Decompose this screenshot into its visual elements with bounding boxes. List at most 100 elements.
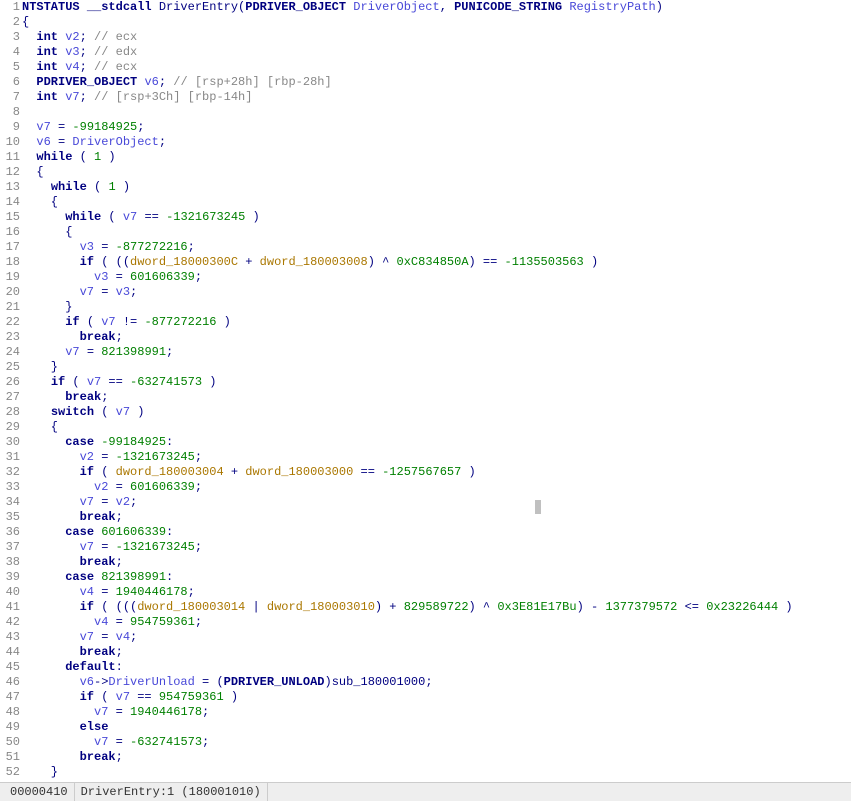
code-line[interactable]: 13 while ( 1 ) [0, 180, 851, 195]
code-line[interactable]: 34 v7 = v2; [0, 495, 851, 510]
code-text[interactable]: { [22, 225, 851, 240]
code-text[interactable]: v7 = v3; [22, 285, 851, 300]
code-line[interactable]: 19 v3 = 601606339; [0, 270, 851, 285]
code-line[interactable]: 46 v6->DriverUnload = (PDRIVER_UNLOAD)su… [0, 675, 851, 690]
code-line[interactable]: 30 case -99184925: [0, 435, 851, 450]
code-text[interactable]: { [22, 420, 851, 435]
code-text[interactable]: int v4; // ecx [22, 60, 851, 75]
code-line[interactable]: 33 v2 = 601606339; [0, 480, 851, 495]
code-text[interactable]: v7 = v2; [22, 495, 851, 510]
code-line[interactable]: 48 v7 = 1940446178; [0, 705, 851, 720]
code-line[interactable]: 11 while ( 1 ) [0, 150, 851, 165]
code-text[interactable]: int v7; // [rsp+3Ch] [rbp-14h] [22, 90, 851, 105]
code-line[interactable]: 26 if ( v7 == -632741573 ) [0, 375, 851, 390]
code-text[interactable]: case 601606339: [22, 525, 851, 540]
code-line[interactable]: 2{ [0, 15, 851, 30]
code-line[interactable]: 32 if ( dword_180003004 + dword_18000300… [0, 465, 851, 480]
code-text[interactable]: if ( ((dword_18000300C + dword_180003008… [22, 255, 851, 270]
code-line[interactable]: 52 } [0, 765, 851, 780]
code-line[interactable]: 24 v7 = 821398991; [0, 345, 851, 360]
code-line[interactable]: 41 if ( (((dword_180003014 | dword_18000… [0, 600, 851, 615]
code-text[interactable]: break; [22, 555, 851, 570]
code-line[interactable]: 29 { [0, 420, 851, 435]
code-text[interactable]: while ( 1 ) [22, 180, 851, 195]
code-text[interactable]: v4 = 1940446178; [22, 585, 851, 600]
code-text[interactable]: PDRIVER_OBJECT v6; // [rsp+28h] [rbp-28h… [22, 75, 851, 90]
code-line[interactable]: 44 break; [0, 645, 851, 660]
code-text[interactable]: case -99184925: [22, 435, 851, 450]
code-text[interactable]: v7 = -1321673245; [22, 540, 851, 555]
code-text[interactable]: if ( dword_180003004 + dword_180003000 =… [22, 465, 851, 480]
code-line[interactable]: 39 case 821398991: [0, 570, 851, 585]
code-line[interactable]: 3 int v2; // ecx [0, 30, 851, 45]
code-line[interactable]: 45 default: [0, 660, 851, 675]
code-text[interactable]: v7 = 1940446178; [22, 705, 851, 720]
code-text[interactable]: v7 = -632741573; [22, 735, 851, 750]
code-line[interactable]: 36 case 601606339: [0, 525, 851, 540]
code-text[interactable]: v6 = DriverObject; [22, 135, 851, 150]
code-text[interactable]: while ( 1 ) [22, 150, 851, 165]
code-text[interactable]: while ( v7 == -1321673245 ) [22, 210, 851, 225]
code-text[interactable]: int v2; // ecx [22, 30, 851, 45]
code-text[interactable]: { [22, 15, 851, 30]
code-line[interactable]: 14 { [0, 195, 851, 210]
code-text[interactable]: v7 = -99184925; [22, 120, 851, 135]
code-line[interactable]: 4 int v3; // edx [0, 45, 851, 60]
code-line[interactable]: 10 v6 = DriverObject; [0, 135, 851, 150]
code-text[interactable]: default: [22, 660, 851, 675]
code-line[interactable]: 1NTSTATUS __stdcall DriverEntry(PDRIVER_… [0, 0, 851, 15]
code-text[interactable]: if ( v7 == -632741573 ) [22, 375, 851, 390]
code-text[interactable]: switch ( v7 ) [22, 405, 851, 420]
code-text[interactable]: } [22, 300, 851, 315]
code-line[interactable]: 51 break; [0, 750, 851, 765]
code-text[interactable]: case 821398991: [22, 570, 851, 585]
code-line[interactable]: 38 break; [0, 555, 851, 570]
code-line[interactable]: 16 { [0, 225, 851, 240]
code-text[interactable]: if ( v7 == 954759361 ) [22, 690, 851, 705]
code-line[interactable]: 22 if ( v7 != -877272216 ) [0, 315, 851, 330]
code-text[interactable]: v3 = 601606339; [22, 270, 851, 285]
code-line[interactable]: 25 } [0, 360, 851, 375]
code-text[interactable]: break; [22, 750, 851, 765]
code-text[interactable]: v2 = -1321673245; [22, 450, 851, 465]
code-text[interactable] [22, 105, 851, 120]
code-line[interactable]: 7 int v7; // [rsp+3Ch] [rbp-14h] [0, 90, 851, 105]
code-line[interactable]: 49 else [0, 720, 851, 735]
code-text[interactable]: break; [22, 645, 851, 660]
code-line[interactable]: 37 v7 = -1321673245; [0, 540, 851, 555]
code-line[interactable]: 12 { [0, 165, 851, 180]
code-line[interactable]: 15 while ( v7 == -1321673245 ) [0, 210, 851, 225]
code-text[interactable]: break; [22, 330, 851, 345]
code-text[interactable]: v3 = -877272216; [22, 240, 851, 255]
decompiler-view[interactable]: 1NTSTATUS __stdcall DriverEntry(PDRIVER_… [0, 0, 851, 781]
code-line[interactable]: 40 v4 = 1940446178; [0, 585, 851, 600]
code-text[interactable]: if ( v7 != -877272216 ) [22, 315, 851, 330]
code-text[interactable]: break; [22, 510, 851, 525]
code-text[interactable]: v4 = 954759361; [22, 615, 851, 630]
code-line[interactable]: 8 [0, 105, 851, 120]
code-text[interactable]: else [22, 720, 851, 735]
code-line[interactable]: 21 } [0, 300, 851, 315]
code-line[interactable]: 50 v7 = -632741573; [0, 735, 851, 750]
code-text[interactable]: v7 = 821398991; [22, 345, 851, 360]
code-line[interactable]: 47 if ( v7 == 954759361 ) [0, 690, 851, 705]
code-text[interactable]: v7 = v4; [22, 630, 851, 645]
code-line[interactable]: 43 v7 = v4; [0, 630, 851, 645]
code-text[interactable]: int v3; // edx [22, 45, 851, 60]
code-text[interactable]: if ( (((dword_180003014 | dword_18000301… [22, 600, 851, 615]
code-line[interactable]: 9 v7 = -99184925; [0, 120, 851, 135]
code-text[interactable]: } [22, 360, 851, 375]
code-line[interactable]: 18 if ( ((dword_18000300C + dword_180003… [0, 255, 851, 270]
code-text[interactable]: v2 = 601606339; [22, 480, 851, 495]
code-text[interactable]: NTSTATUS __stdcall DriverEntry(PDRIVER_O… [22, 0, 851, 15]
code-text[interactable]: break; [22, 390, 851, 405]
code-line[interactable]: 31 v2 = -1321673245; [0, 450, 851, 465]
code-text[interactable]: { [22, 195, 851, 210]
code-line[interactable]: 35 break; [0, 510, 851, 525]
code-line[interactable]: 17 v3 = -877272216; [0, 240, 851, 255]
code-line[interactable]: 28 switch ( v7 ) [0, 405, 851, 420]
code-line[interactable]: 27 break; [0, 390, 851, 405]
code-line[interactable]: 23 break; [0, 330, 851, 345]
code-line[interactable]: 20 v7 = v3; [0, 285, 851, 300]
code-line[interactable]: 5 int v4; // ecx [0, 60, 851, 75]
